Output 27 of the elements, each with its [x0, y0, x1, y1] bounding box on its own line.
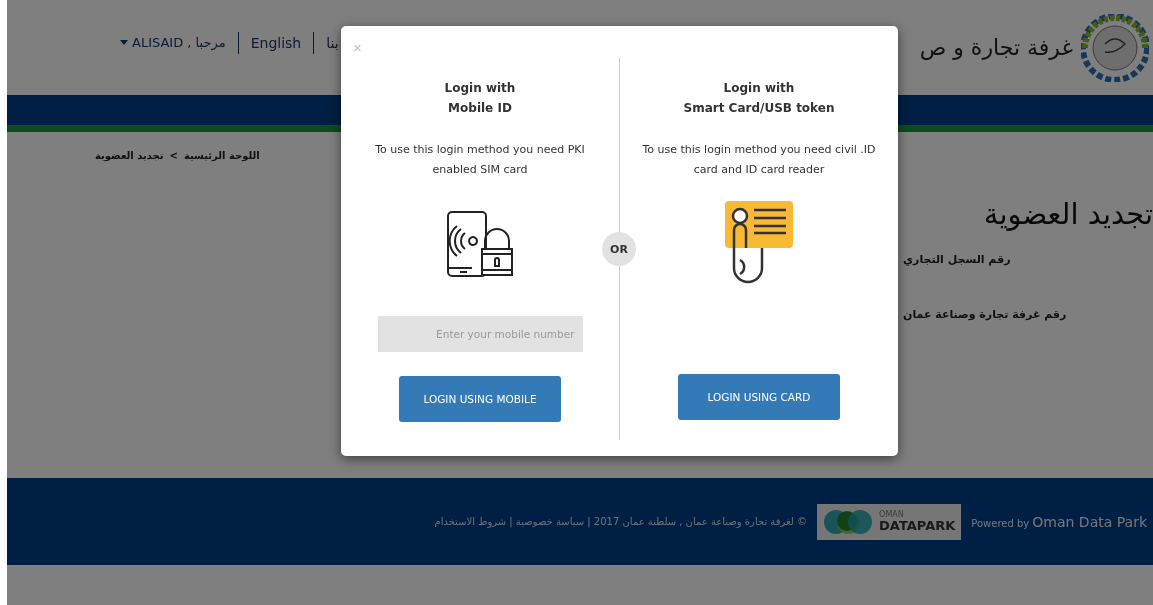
breadcrumb-link[interactable]: اللوحة الرئيسية — [183, 150, 260, 161]
logo-text: OMAN — [879, 511, 905, 519]
or-badge: OR — [602, 232, 636, 266]
breadcrumb-separator: > — [169, 150, 178, 161]
nav-link[interactable]: بنا — [326, 34, 339, 51]
mobile-number-field[interactable]: Enter your mobile number — [377, 316, 583, 352]
caret-icon — [120, 40, 128, 45]
powered-by-label: Powered by — [971, 517, 1030, 529]
field-label: رقم السجل التجاري — [903, 253, 1011, 266]
page-title: تجديد العضوية — [982, 197, 1153, 231]
field-label: رقم غرفة تجارة وصناعة عمان — [903, 308, 1067, 321]
panel-title: Login with Mobile ID — [444, 80, 516, 117]
login-button[interactable]: LOGIN USING CARD — [678, 374, 840, 420]
user-menu[interactable]: ALISAID , مرحبا — [120, 35, 226, 50]
panel-description: To use this login method you need PKI enabled SIM card — [374, 142, 586, 178]
datapark-logo-icon — [823, 508, 874, 535]
breadcrumb-link[interactable]: تجديد العضوية — [95, 150, 164, 161]
site-title: غرفة تجارة و ص — [919, 35, 1073, 60]
chamber-logo — [1081, 13, 1149, 82]
panel-title: Login with Smart Card/USB token — [683, 80, 835, 117]
nav-link[interactable]: English — [250, 34, 302, 51]
copyright-text: © لغرفة تجارة وصناعة عمان , سلطنة عمان 2017 | سياسة خصوصية | شروط الاستخدام — [434, 516, 808, 527]
login-button[interactable]: LOGIN USING MOBILE — [399, 376, 561, 422]
panel-description: To use this login method you need civil .ID card and ID card reader — [641, 142, 877, 178]
powered-by-link[interactable]: Oman Data Park — [1032, 513, 1147, 530]
logo-text: DATAPARK — [879, 519, 956, 532]
phone-lock-icon — [447, 211, 513, 277]
